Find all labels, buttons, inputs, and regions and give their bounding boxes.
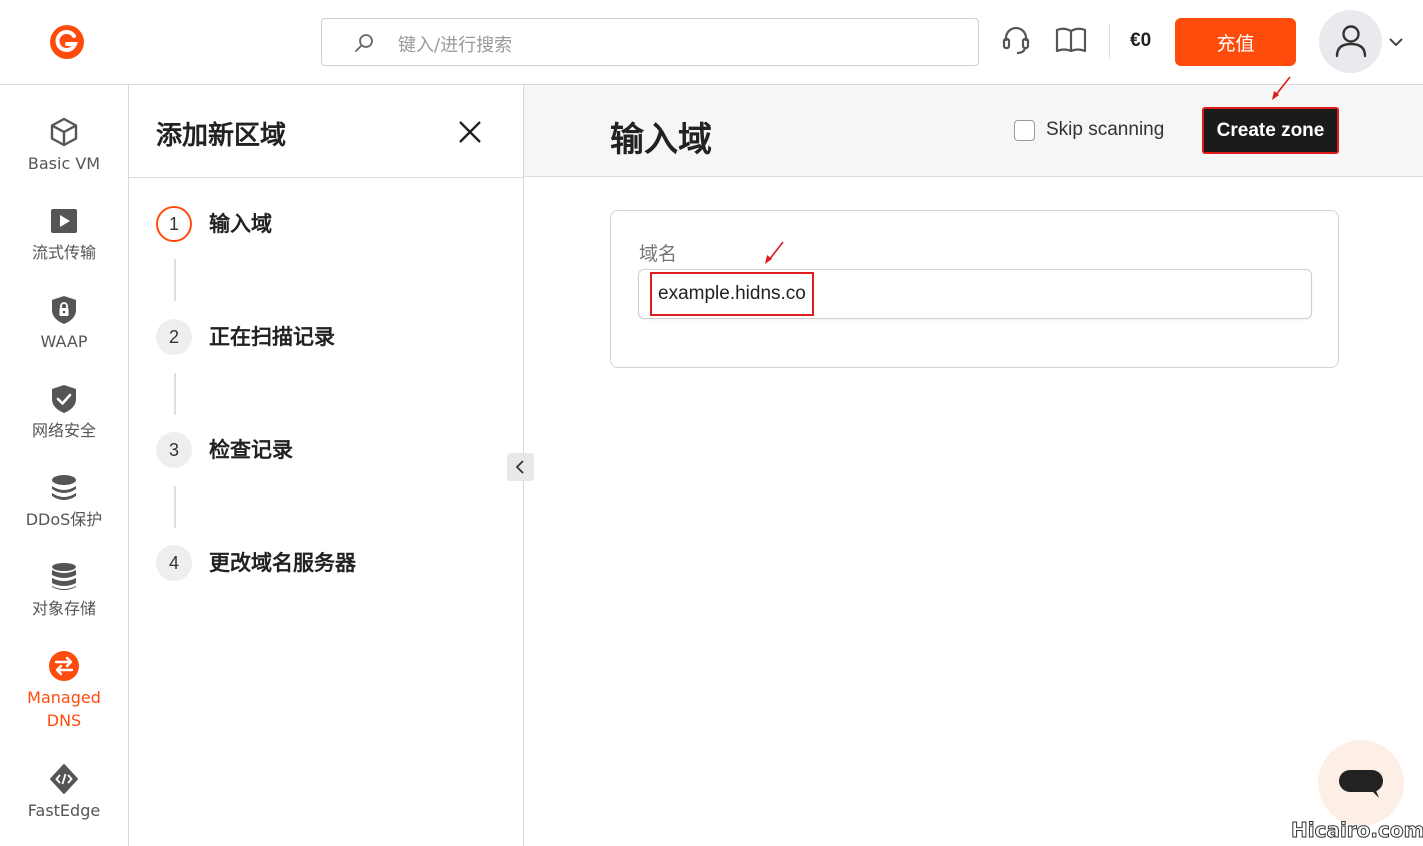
domain-input-value[interactable]: example.hidns.co xyxy=(650,272,814,316)
layers-icon xyxy=(52,475,76,500)
sidebar-item-label: WAAP xyxy=(40,332,88,351)
sidebar-item-network-security[interactable]: 网络安全 xyxy=(0,383,128,442)
sidebar-item-fastedge[interactable]: FastEdge xyxy=(0,763,128,822)
step-label: 更改域名服务器 xyxy=(209,551,356,575)
chat-icon xyxy=(1339,770,1383,798)
skip-scanning-label[interactable]: Skip scanning xyxy=(1046,119,1164,141)
watermark: Hicairo.com xyxy=(1290,818,1423,843)
search-icon xyxy=(355,34,373,52)
avatar[interactable] xyxy=(1319,10,1382,73)
step-number: 1 xyxy=(156,206,192,242)
sidebar-item-waap[interactable]: WAAP xyxy=(0,294,128,353)
chevron-left-icon xyxy=(515,460,524,474)
book-icon[interactable] xyxy=(1054,24,1088,56)
skip-scanning-checkbox[interactable] xyxy=(1014,120,1035,141)
topup-button[interactable]: 充值 xyxy=(1175,18,1296,66)
step-label: 检查记录 xyxy=(209,438,293,462)
sidebar-item-managed-dns[interactable]: Managed DNS xyxy=(0,650,128,732)
headset-icon[interactable] xyxy=(1000,24,1032,56)
shield-lock-icon xyxy=(52,296,76,324)
sidebar-item-label: 网络安全 xyxy=(31,421,96,440)
wizard-header: 添加新区域 xyxy=(129,85,523,178)
search-placeholder: 键入/进行搜索 xyxy=(398,35,513,56)
sidebar-item-label: 对象存储 xyxy=(31,599,96,618)
sidebar-item-label: DDoS保护 xyxy=(25,510,103,529)
shield-check-icon xyxy=(52,385,76,413)
search-bar[interactable]: 键入/进行搜索 xyxy=(321,18,979,66)
chat-widget-button[interactable] xyxy=(1318,740,1404,826)
sidebar-item-label: FastEdge xyxy=(27,801,101,820)
play-icon xyxy=(51,209,77,233)
logo-icon[interactable] xyxy=(47,22,87,62)
sidebar-item-ddos[interactable]: DDoS保护 xyxy=(0,472,128,531)
sidebar-item-label: 流式传输 xyxy=(31,243,96,262)
sidebar-item-label: Basic VM xyxy=(27,154,101,173)
database-icon xyxy=(52,563,76,590)
step-label: 正在扫描记录 xyxy=(209,325,335,349)
dns-icon xyxy=(49,651,79,681)
sidebar-item-streaming[interactable]: 流式传输 xyxy=(0,205,128,264)
domain-field-label: 域名 xyxy=(639,243,678,265)
step-connector xyxy=(174,373,176,415)
top-bar: 键入/进行搜索 €0 充值 xyxy=(0,0,1423,85)
step-number: 2 xyxy=(156,319,192,355)
wizard-title: 添加新区域 xyxy=(156,121,287,151)
domain-input[interactable]: example.hidns.co xyxy=(638,269,1312,319)
sidebar-item-label: Managed DNS xyxy=(27,688,101,730)
sidebar: Basic VM 流式传输 WAAP 网络安全 DDoS保护 对象存储 Mana… xyxy=(0,85,129,846)
user-icon xyxy=(1335,25,1367,58)
step-label: 输入域 xyxy=(209,212,272,236)
sidebar-item-basic-vm[interactable]: Basic VM xyxy=(0,116,128,175)
step-connector xyxy=(174,486,176,528)
sidebar-item-object-storage[interactable]: 对象存储 xyxy=(0,561,128,620)
divider xyxy=(1109,24,1110,58)
step-number: 4 xyxy=(156,545,192,581)
close-icon[interactable] xyxy=(456,118,484,146)
chevron-down-icon[interactable] xyxy=(1387,33,1405,51)
step-connector xyxy=(174,259,176,301)
annotation-arrow-icon xyxy=(765,241,784,264)
page-title: 输入域 xyxy=(610,120,712,160)
create-zone-button[interactable]: Create zone xyxy=(1202,107,1339,154)
annotation-arrow-icon xyxy=(1272,76,1291,100)
balance: €0 xyxy=(1130,30,1152,51)
wizard-panel: 添加新区域 1 输入域 2 正在扫描记录 3 检查记录 4 更改域名服务器 xyxy=(129,85,524,846)
step-number: 3 xyxy=(156,432,192,468)
cube-icon xyxy=(50,117,78,147)
code-icon xyxy=(50,764,78,794)
domain-card: 域名 example.hidns.co xyxy=(610,210,1339,368)
collapse-panel-button[interactable] xyxy=(507,453,534,481)
